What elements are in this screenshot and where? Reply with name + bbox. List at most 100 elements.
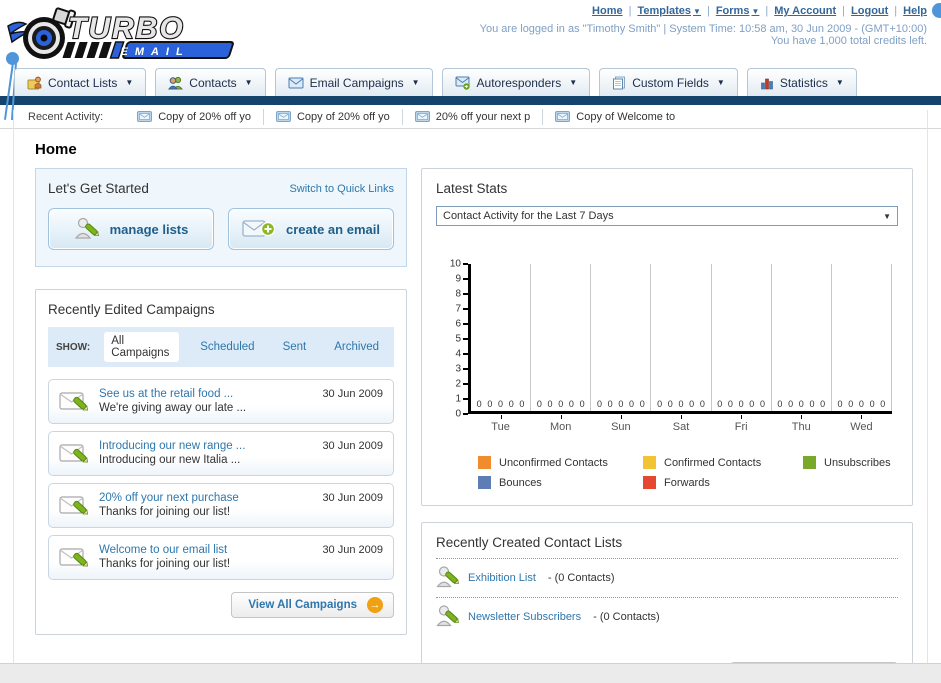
nav-link-logout[interactable]: Logout [851, 5, 888, 17]
bar-value-label: 0 [607, 399, 613, 409]
page-title: Home [35, 141, 77, 158]
main-tab-bar: Contact Lists ▼ Contacts ▼ Email Campaigns… [0, 66, 941, 96]
create-email-icon [242, 220, 276, 237]
recent-activity-bar: Recent Activity: Copy of 20% off yo Copy… [0, 105, 941, 129]
campaign-card[interactable]: Welcome to our email list Thanks for joi… [48, 535, 394, 580]
x-axis-label: Mon [550, 421, 572, 433]
filter-all-campaigns[interactable]: All Campaigns [104, 332, 180, 362]
filter-archived[interactable]: Archived [327, 338, 386, 356]
campaign-card[interactable]: Introducing our new range ... Introducin… [48, 431, 394, 476]
chevron-down-icon: ▼ [693, 7, 701, 16]
legend-label: Unconfirmed Contacts [499, 456, 608, 469]
nav-link-help[interactable]: Help [903, 5, 927, 17]
recent-activity-item[interactable]: Copy of 20% off yo [125, 108, 264, 125]
legend-item: Confirmed Contacts [643, 456, 803, 469]
contact-list-link[interactable]: Newsletter Subscribers [468, 611, 581, 623]
campaign-card[interactable]: See us at the retail food ... We're givi… [48, 379, 394, 424]
bar-value-label: 0 [880, 399, 886, 409]
tab-autoresponders[interactable]: Autoresponders ▼ [441, 68, 591, 96]
bar-value-label: 0 [759, 399, 765, 409]
chart-category-group: 0 0 0 0 0 Thu [772, 264, 832, 433]
manage-lists-button[interactable]: manage lists [48, 208, 214, 250]
recently-created-contact-lists-panel: Recently Created Contact Lists Exhibitio… [421, 522, 913, 683]
chevron-down-icon: ▼ [569, 78, 578, 87]
bar-value-label: 0 [809, 399, 815, 409]
envelope-icon [137, 111, 153, 122]
bar-value-label: 0 [558, 399, 564, 409]
chevron-down-icon: ▼ [125, 78, 134, 87]
create-email-button[interactable]: create an email [228, 208, 394, 250]
chart-category-group: 0 0 0 0 0 Tue [471, 264, 532, 433]
nav-link-templates[interactable]: Templates ▼ [637, 5, 701, 17]
edit-campaign-icon [59, 548, 89, 567]
tab-contact-lists[interactable]: Contact Lists ▼ [14, 68, 147, 96]
campaign-title-link[interactable]: Welcome to our email list [99, 544, 230, 556]
svg-text:EMAIL: EMAIL [119, 46, 190, 58]
bar-value-label: 0 [639, 399, 645, 409]
manage-lists-icon [74, 217, 99, 239]
recent-activity-item[interactable]: Copy of Welcome to [543, 109, 687, 125]
tab-label: Autoresponders [476, 75, 562, 90]
tab-label: Email Campaigns [309, 75, 404, 90]
arrow-right-icon: → [367, 597, 383, 613]
tab-contacts[interactable]: Contacts ▼ [155, 68, 266, 96]
show-label: SHOW: [56, 341, 91, 353]
login-info: You are logged in as "Timothy Smith" | S… [479, 23, 927, 35]
tab-custom-fields[interactable]: Custom Fields ▼ [599, 68, 738, 96]
legend-label: Forwards [664, 476, 710, 489]
bar-value-label: 0 [519, 399, 525, 409]
bar-value-label: 0 [657, 399, 663, 409]
nav-link-forms[interactable]: Forms ▼ [716, 5, 760, 17]
recent-activity-item-label: 20% off your next p [435, 110, 531, 123]
contact-list-item[interactable]: Newsletter Subscribers - (0 Contacts) [436, 598, 898, 636]
x-axis-label: Fri [734, 421, 748, 433]
campaign-date: 30 Jun 2009 [322, 544, 383, 556]
bar-value-label: 0 [568, 399, 574, 409]
bar-value-label: 0 [498, 399, 504, 409]
nav-link-home[interactable]: Home [592, 5, 623, 17]
campaign-title-link[interactable]: 20% off your next purchase [99, 492, 239, 504]
bar-value-label: 0 [738, 399, 744, 409]
recent-activity-label: Recent Activity: [28, 110, 104, 123]
recent-activity-item-label: Copy of 20% off yo [158, 110, 251, 123]
campaign-card[interactable]: 20% off your next purchase Thanks for jo… [48, 483, 394, 528]
nav-separator: | [628, 5, 632, 17]
contact-list-link[interactable]: Exhibition List [468, 572, 536, 584]
chart-category-group: 0 0 0 0 0 Sun [591, 264, 652, 433]
latest-stats-title: Latest Stats [436, 181, 508, 196]
y-tick-label: 5 [455, 333, 461, 345]
bar-value-label: 0 [579, 399, 585, 409]
campaign-title-link[interactable]: See us at the retail food ... [99, 388, 246, 400]
nav-link-my-account[interactable]: My Account [774, 5, 836, 17]
main-content: Home Let's Get Started Switch to Quick L… [0, 129, 941, 683]
latest-stats-panel: Latest Stats Contact Activity for the La… [421, 168, 913, 506]
view-all-campaigns-button[interactable]: View All Campaigns → [231, 592, 394, 618]
manage-lists-label: manage lists [109, 221, 189, 237]
chart-category-group: 0 0 0 0 0 Fri [712, 264, 772, 433]
recent-activity-item[interactable]: Copy of 20% off yo [264, 108, 403, 125]
bar-value-label: 0 [678, 399, 684, 409]
bar-value-label: 0 [858, 399, 864, 409]
tab-statistics[interactable]: Statistics ▼ [746, 68, 857, 96]
switch-quick-links-link[interactable]: Switch to Quick Links [289, 183, 394, 195]
autoresponders-icon [455, 76, 470, 90]
envelope-icon [414, 111, 430, 122]
content-left-edge [13, 110, 14, 663]
bar-value-label: 0 [777, 399, 783, 409]
envelope-icon [555, 111, 571, 122]
campaign-title-link[interactable]: Introducing our new range ... [99, 440, 245, 452]
filter-sent[interactable]: Sent [276, 338, 314, 356]
tab-label: Statistics [779, 75, 828, 90]
filter-scheduled[interactable]: Scheduled [193, 338, 261, 356]
chevron-down-icon: ▼ [835, 78, 844, 87]
right-column: Latest Stats Contact Activity for the La… [421, 168, 913, 683]
contact-list-item[interactable]: Exhibition List - (0 Contacts) [436, 559, 898, 598]
tab-email-campaigns[interactable]: Email Campaigns ▼ [274, 68, 433, 96]
logo-graphic: EMAIL TURBO [7, 7, 234, 59]
chart-category-group: 0 0 0 0 0 Wed [832, 264, 892, 433]
campaign-date: 30 Jun 2009 [322, 440, 383, 452]
stats-period-select[interactable]: Contact Activity for the Last 7 Days ▼ [436, 206, 898, 226]
y-tick-label: 8 [455, 288, 461, 300]
recent-activity-item[interactable]: 20% off your next p [403, 108, 544, 125]
y-tick-label: 0 [455, 408, 461, 420]
